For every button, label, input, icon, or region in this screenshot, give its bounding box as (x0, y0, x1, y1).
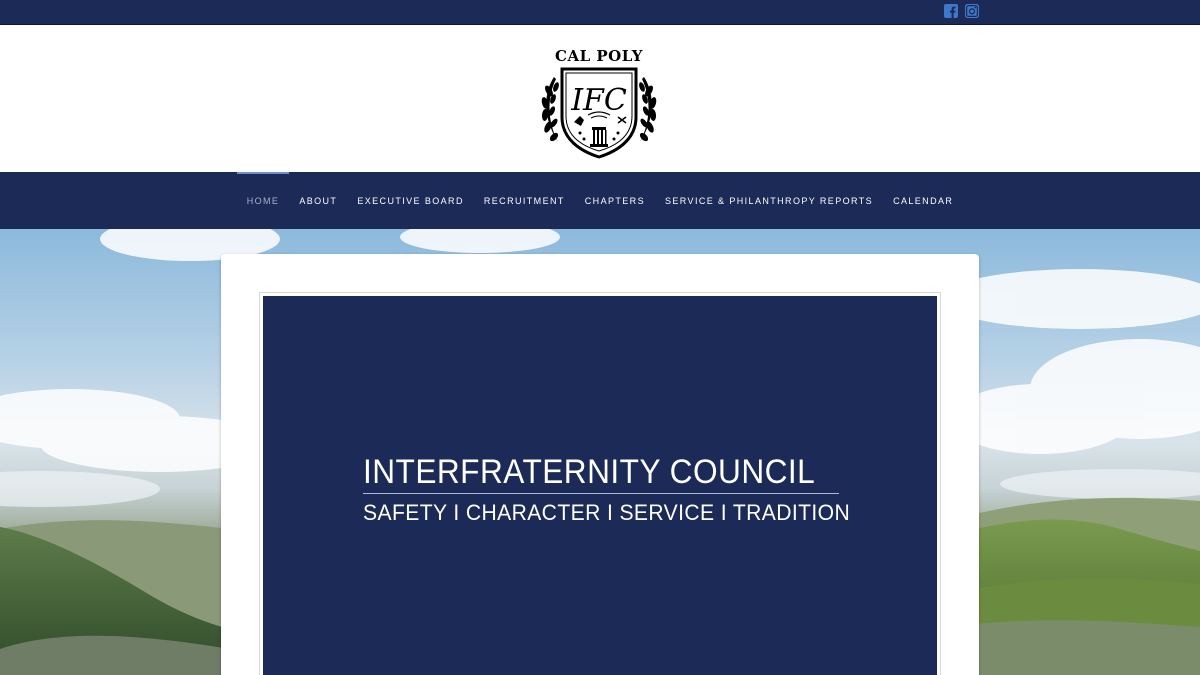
brand-header: CAL POLY IFC (0, 25, 1200, 172)
nav-item-executive-board[interactable]: EXECUTIVE BOARD (347, 172, 474, 229)
nav-item-recruitment[interactable]: RECRUITMENT (474, 172, 575, 229)
site-logo[interactable]: CAL POLY IFC (536, 47, 662, 159)
hero-banner: INTERFRATERNITY COUNCIL SAFETY I CHARACT… (263, 296, 937, 675)
social-links (944, 4, 979, 18)
nav-item-service-philanthropy-reports[interactable]: SERVICE & PHILANTHROPY REPORTS (655, 172, 883, 229)
nav-item-calendar[interactable]: CALENDAR (883, 172, 963, 229)
top-bar (0, 0, 1200, 25)
banner-title: INTERFRATERNITY COUNCIL (363, 453, 816, 491)
banner-divider (363, 493, 839, 494)
nav-item-about[interactable]: ABOUT (289, 172, 347, 229)
svg-text:IFC: IFC (570, 83, 627, 118)
nav-item-chapters[interactable]: CHAPTERS (575, 172, 655, 229)
nav-item-home[interactable]: HOME (236, 172, 290, 229)
facebook-icon[interactable] (944, 4, 958, 18)
instagram-icon[interactable] (965, 4, 979, 18)
banner-subtitle: SAFETY I CHARACTER I SERVICE I TRADITION (363, 500, 851, 525)
ifc-crest-icon: IFC (541, 67, 657, 159)
main-navigation: HOME ABOUT EXECUTIVE BOARD RECRUITMENT C… (0, 172, 1200, 229)
nav-menu: HOME ABOUT EXECUTIVE BOARD RECRUITMENT C… (0, 172, 1200, 229)
